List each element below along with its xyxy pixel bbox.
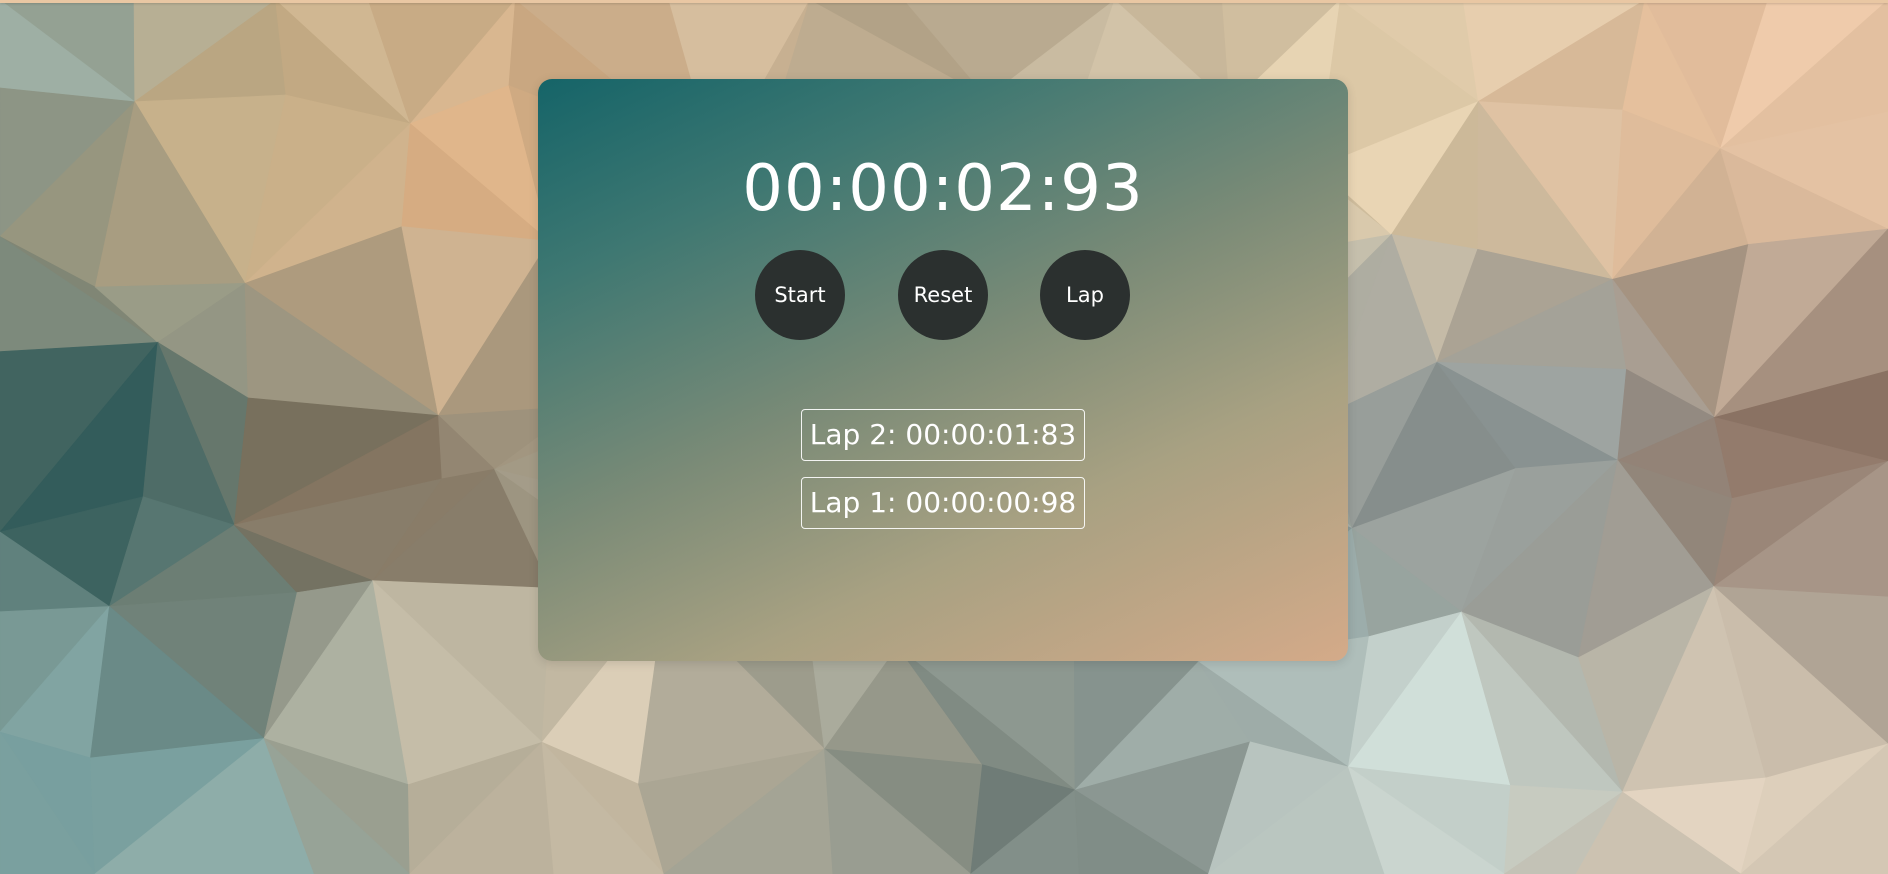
lap-item: Lap 2: 00:00:01:83 <box>800 409 1086 461</box>
stopwatch-card: 00:00:02:93 Start Reset Lap Lap 2: 00:00… <box>538 79 1348 661</box>
time-display: 00:00:02:93 <box>742 152 1144 226</box>
lap-list: Lap 2: 00:00:01:83 Lap 1: 00:00:00:98 <box>538 409 1348 529</box>
lap-item: Lap 1: 00:00:00:98 <box>800 477 1086 529</box>
lap-button[interactable]: Lap <box>1040 250 1130 340</box>
reset-button[interactable]: Reset <box>898 250 988 340</box>
stopwatch-controls: Start Reset Lap <box>538 250 1348 340</box>
start-button[interactable]: Start <box>755 250 845 340</box>
top-border <box>0 0 1888 3</box>
